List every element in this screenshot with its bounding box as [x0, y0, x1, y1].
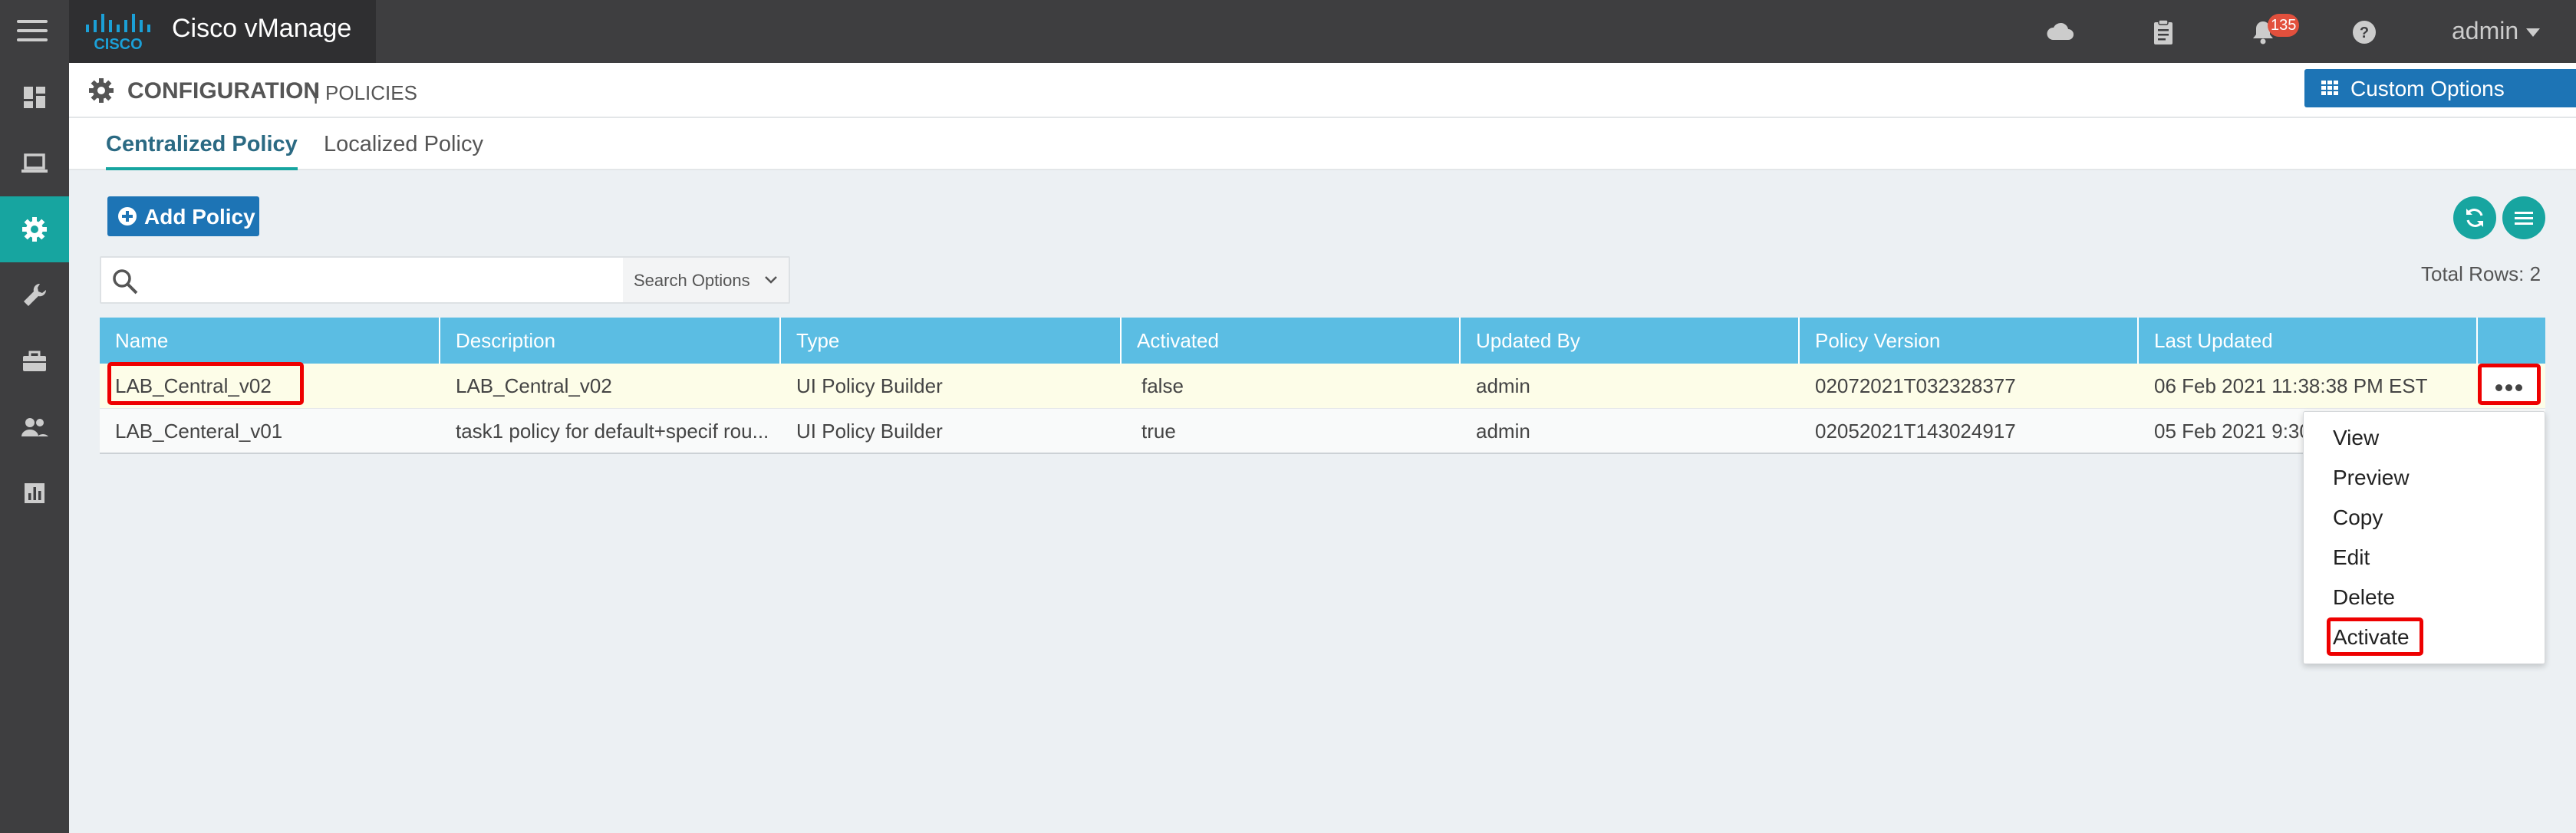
svg-text:CISCO: CISCO	[94, 36, 142, 52]
row-actions-menu: View Preview Copy Edit Delete Activate	[2303, 411, 2545, 664]
cell-type: UI Policy Builder	[796, 420, 943, 443]
users-icon	[21, 418, 48, 436]
column-header-last-updated[interactable]: Last Updated	[2139, 318, 2478, 364]
search-options-label: Search Options	[634, 271, 750, 290]
total-rows: Total Rows: 2	[2421, 262, 2541, 285]
tab-localized-policy[interactable]: Localized Policy	[324, 132, 483, 170]
page-title: CONFIGURATION	[127, 78, 321, 104]
cell-policy-version: 02052021T143024917	[1815, 420, 2016, 443]
cell-description: LAB_Central_v02	[456, 374, 612, 397]
plus-circle-icon	[118, 207, 137, 226]
gear-icon	[89, 78, 114, 103]
column-header-updated-by[interactable]: Updated By	[1461, 318, 1800, 364]
cell-last-updated: 06 Feb 2021 11:38:38 PM EST	[2154, 374, 2428, 397]
notification-badge: 135	[2268, 14, 2300, 37]
top-bar: CISCO Cisco vManage 135 ? admin	[0, 0, 2576, 63]
column-header-policy-version[interactable]: Policy Version	[1800, 318, 2139, 364]
sidebar	[0, 63, 69, 833]
cell-activated: true	[1141, 420, 1176, 443]
chevron-down-icon	[2526, 28, 2541, 38]
cell-type: UI Policy Builder	[796, 374, 943, 397]
column-header-actions	[2478, 318, 2545, 364]
sidebar-item-analytics[interactable]	[0, 460, 69, 526]
sidebar-item-configuration[interactable]	[0, 196, 69, 262]
sidebar-item-tools[interactable]	[0, 262, 69, 328]
menu-item-copy[interactable]: Copy	[2333, 505, 2383, 530]
table-row[interactable]: LAB_Central_v02 LAB_Central_v02 UI Polic…	[100, 364, 2545, 408]
user-menu[interactable]: admin	[2452, 17, 2541, 45]
clipboard-icon[interactable]	[2148, 17, 2179, 48]
column-header-description[interactable]: Description	[440, 318, 781, 364]
cloud-icon[interactable]	[2045, 17, 2076, 48]
name-highlight	[107, 362, 304, 405]
menu-item-view[interactable]: View	[2333, 426, 2379, 450]
grid-icon	[2321, 81, 2338, 95]
column-header-name[interactable]: Name	[100, 318, 440, 364]
laptop-icon	[21, 153, 48, 173]
briefcase-icon	[23, 351, 46, 371]
table-row[interactable]: LAB_Centeral_v01 task1 policy for defaul…	[100, 408, 2545, 453]
chevron-down-icon	[765, 276, 777, 284]
menu-lines-icon	[2515, 212, 2533, 225]
tab-centralized-policy[interactable]: Centralized Policy	[106, 132, 298, 170]
cell-updated-by: admin	[1476, 420, 1530, 443]
cisco-logo: CISCO	[86, 14, 150, 52]
help-icon[interactable]: ?	[2349, 17, 2380, 48]
sidebar-item-maintenance[interactable]	[0, 328, 69, 394]
column-header-type[interactable]: Type	[781, 318, 1122, 364]
table-settings-button[interactable]	[2502, 196, 2545, 239]
user-name: admin	[2452, 17, 2519, 44]
sidebar-item-monitor[interactable]	[0, 130, 69, 196]
custom-options-label: Custom Options	[2350, 77, 2505, 100]
row-actions-button[interactable]	[2478, 364, 2541, 405]
add-policy-label: Add Policy	[144, 205, 255, 229]
search-bar: Search Options	[100, 256, 790, 304]
app-title: Cisco vManage	[172, 14, 352, 43]
table-header: Name Description Type Activated Updated …	[100, 318, 2545, 364]
cell-description: task1 policy for default+specif rou...	[456, 420, 769, 443]
brand[interactable]: CISCO Cisco vManage	[69, 0, 376, 63]
search-icon	[113, 269, 138, 295]
bar-chart-icon	[25, 483, 44, 503]
column-header-activated[interactable]: Activated	[1122, 318, 1461, 364]
refresh-button[interactable]	[2453, 196, 2496, 239]
add-policy-button[interactable]: Add Policy	[107, 196, 259, 236]
policy-tabs: Centralized Policy Localized Policy	[69, 118, 2576, 170]
cell-name: LAB_Centeral_v01	[115, 420, 283, 443]
menu-item-delete[interactable]: Delete	[2333, 585, 2395, 610]
custom-options-button[interactable]: Custom Options	[2304, 69, 2576, 107]
more-options-icon	[2495, 381, 2525, 395]
svg-text:?: ?	[2360, 25, 2369, 41]
dashboard-icon	[24, 87, 45, 108]
gear-icon	[22, 217, 47, 242]
cell-updated-by: admin	[1476, 374, 1530, 397]
cell-policy-version: 02072021T032328377	[1815, 374, 2016, 397]
policy-table: Name Description Type Activated Updated …	[100, 318, 2545, 454]
wrench-icon	[24, 283, 47, 306]
menu-item-preview[interactable]: Preview	[2333, 466, 2410, 490]
cell-activated: false	[1141, 374, 1184, 397]
sidebar-item-dashboard[interactable]	[0, 64, 69, 130]
search-options-dropdown[interactable]: Search Options	[623, 258, 789, 302]
menu-item-edit[interactable]: Edit	[2333, 545, 2370, 570]
sidebar-item-administration[interactable]	[0, 394, 69, 460]
activate-highlight	[2327, 617, 2423, 656]
hamburger-menu-icon[interactable]	[17, 20, 48, 43]
page-header: CONFIGURATION | POLICIES Custom Options	[69, 63, 2576, 118]
page-subtitle: POLICIES	[325, 81, 417, 104]
refresh-icon	[2466, 209, 2483, 227]
title-separator: |	[313, 80, 319, 104]
